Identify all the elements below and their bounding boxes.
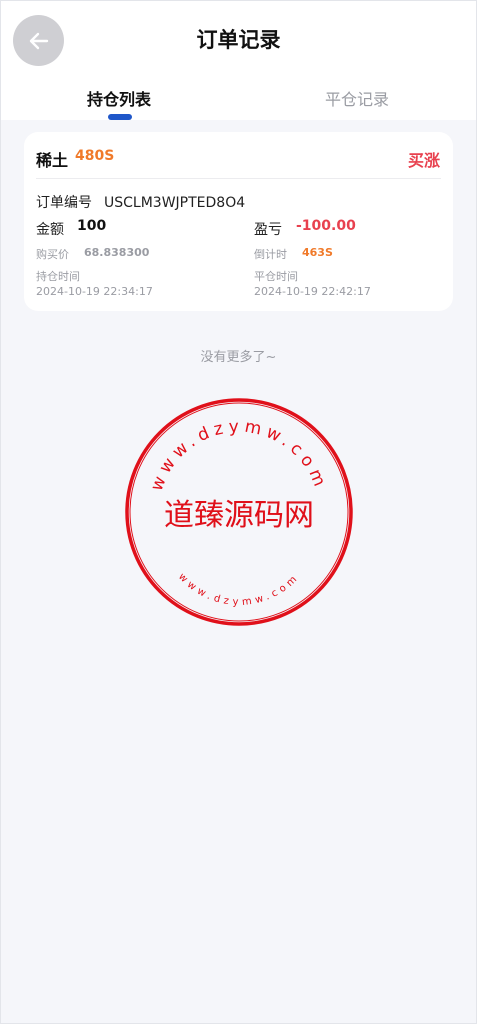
watermark-seal: www.dzymw.com www.dzymw.com 道臻源码网	[125, 398, 353, 626]
order-number-value: USCLM3WJPTED8O4	[104, 195, 246, 211]
watermark-domain-top: www.dzymw.com	[147, 417, 326, 494]
tab-positions[interactable]: 持仓列表	[0, 86, 238, 110]
order-direction: 买涨	[407, 151, 440, 170]
order-symbol: 稀土	[36, 151, 69, 170]
page-title: 订单记录	[196, 28, 281, 52]
tab-closed-records[interactable]: 平仓记录	[238, 86, 476, 110]
order-card[interactable]: 稀土 480S 买涨 订单编号 USCLM3WJPTED8O4 金额 100 盈亏…	[24, 132, 453, 311]
svg-text:www.dzymw.com: www.dzymw.com	[147, 417, 331, 494]
buy-price-value: 68.838300	[84, 246, 150, 259]
header: 订单记录 持仓列表 平仓记录	[0, 0, 477, 120]
amount-label: 金额	[36, 222, 64, 238]
profit-loss-value: -100.00	[296, 218, 356, 234]
svg-text:www.dzymw.com: www.dzymw.com	[176, 571, 302, 608]
order-number-row: 订单编号 USCLM3WJPTED8O4	[36, 192, 245, 212]
no-more-text: 没有更多了~	[200, 350, 277, 365]
close-time-value: 2024-10-19 22:42:17	[254, 285, 371, 298]
close-time-label: 平仓时间	[254, 270, 298, 283]
card-divider	[36, 178, 441, 179]
watermark-main-text: 道臻源码网	[164, 498, 314, 533]
countdown-value: 463S	[302, 246, 333, 259]
amount-value: 100	[77, 218, 107, 234]
watermark-domain-bottom: www.dzymw.com	[176, 571, 298, 608]
order-number-label: 订单编号	[36, 195, 92, 211]
tab-active-indicator	[108, 114, 132, 120]
buy-price-label: 购买价	[36, 248, 69, 261]
profit-loss-label: 盈亏	[254, 222, 282, 238]
order-duration: 480S	[75, 148, 115, 164]
open-time-label: 持仓时间	[36, 270, 80, 283]
open-time-value: 2024-10-19 22:34:17	[36, 285, 153, 298]
countdown-label: 倒计时	[254, 248, 287, 261]
